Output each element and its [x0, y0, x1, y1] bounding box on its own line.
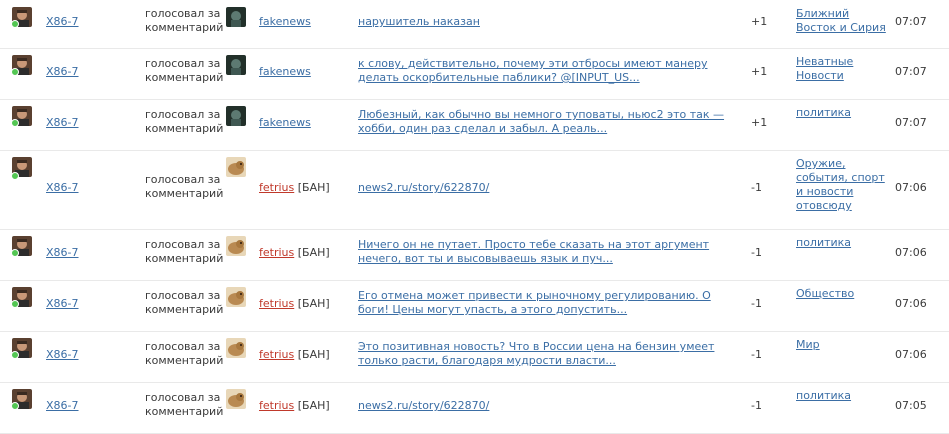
ban-badge: [БАН]	[297, 181, 330, 194]
activity-row: X86-7 голосовал за комментарий fetrius […	[0, 150, 949, 230]
ban-badge: [БАН]	[297, 246, 330, 259]
vote-time: 07:07	[895, 116, 927, 129]
comment-author-link[interactable]: fetrius	[259, 246, 294, 259]
category-link[interactable]: Оружие, события, спорт и новости отовсюд…	[796, 157, 886, 213]
voter-username-link[interactable]: X86-7	[46, 297, 79, 310]
target-user-avatar[interactable]	[226, 338, 246, 358]
target-user-avatar[interactable]	[226, 7, 246, 27]
vote-time: 07:06	[895, 181, 927, 194]
activity-row: X86-7 голосовал за комментарий fakenews …	[0, 99, 949, 151]
category-link[interactable]: Общество	[796, 287, 886, 301]
target-user-avatar[interactable]	[226, 55, 246, 75]
vote-value: -1	[751, 181, 762, 194]
online-status-indicator	[11, 351, 19, 359]
vote-time: 07:07	[895, 65, 927, 78]
vote-action-text: голосовал за комментарий	[145, 340, 224, 367]
vote-time: 07:06	[895, 297, 927, 310]
vote-value: -1	[751, 399, 762, 412]
voter-username-link[interactable]: X86-7	[46, 65, 79, 78]
category-link[interactable]: Мир	[796, 338, 886, 352]
target-user-avatar[interactable]	[226, 389, 246, 409]
comment-link[interactable]: news2.ru/story/622870/	[358, 399, 743, 413]
ban-badge: [БАН]	[297, 297, 330, 310]
online-status-indicator	[11, 402, 19, 410]
category-link[interactable]: Неватные Новости	[796, 55, 886, 83]
activity-row: X86-7 голосовал за комментарий fetrius […	[0, 229, 949, 281]
vote-action-text: голосовал за комментарий	[145, 238, 224, 265]
vote-value: -1	[751, 348, 762, 361]
vote-action-text: голосовал за комментарий	[145, 173, 224, 200]
comment-author-link[interactable]: fakenews	[259, 65, 311, 78]
target-user-avatar[interactable]	[226, 106, 246, 126]
online-status-indicator	[11, 300, 19, 308]
ban-badge: [БАН]	[297, 399, 330, 412]
comment-link[interactable]: Это позитивная новость? Что в России цен…	[358, 340, 743, 368]
comment-author-link[interactable]: fetrius	[259, 348, 294, 361]
comment-author-link[interactable]: fetrius	[259, 297, 294, 310]
vote-value: -1	[751, 246, 762, 259]
ban-badge: [БАН]	[297, 348, 330, 361]
comment-author-link[interactable]: fetrius	[259, 181, 294, 194]
vote-value: -1	[751, 297, 762, 310]
vote-value: +1	[751, 65, 768, 78]
vote-value: +1	[751, 15, 768, 28]
comment-author-link[interactable]: fakenews	[259, 15, 311, 28]
comment-author-link[interactable]: fetrius	[259, 399, 294, 412]
online-status-indicator	[11, 68, 19, 76]
comment-link[interactable]: news2.ru/story/622870/	[358, 181, 743, 195]
category-link[interactable]: политика	[796, 106, 886, 120]
vote-time: 07:06	[895, 348, 927, 361]
vote-action-text: голосовал за комментарий	[145, 108, 224, 135]
category-link[interactable]: политика	[796, 389, 886, 403]
comment-link[interactable]: Его отмена может привести к рыночному ре…	[358, 289, 743, 317]
target-user-avatar[interactable]	[226, 287, 246, 307]
voter-username-link[interactable]: X86-7	[46, 15, 79, 28]
vote-time: 07:06	[895, 246, 927, 259]
vote-action-text: голосовал за комментарий	[145, 57, 224, 84]
online-status-indicator	[11, 172, 19, 180]
comment-link[interactable]: нарушитель наказан	[358, 15, 743, 29]
target-user-avatar[interactable]	[226, 236, 246, 256]
voter-username-link[interactable]: X86-7	[46, 116, 79, 129]
comment-author-link[interactable]: fakenews	[259, 116, 311, 129]
category-link[interactable]: Ближний Восток и Сирия	[796, 7, 886, 35]
vote-action-text: голосовал за комментарий	[145, 391, 224, 418]
voter-username-link[interactable]: X86-7	[46, 181, 79, 194]
vote-action-text: голосовал за комментарий	[145, 7, 224, 34]
activity-row: X86-7 голосовал за комментарий fetrius […	[0, 331, 949, 383]
comment-link[interactable]: Ничего он не путает. Просто тебе сказать…	[358, 238, 743, 266]
voter-username-link[interactable]: X86-7	[46, 399, 79, 412]
activity-row: X86-7 голосовал за комментарий fetrius […	[0, 280, 949, 332]
comment-link[interactable]: к слову, действительно, почему эти отбро…	[358, 57, 743, 85]
vote-value: +1	[751, 116, 768, 129]
activity-row: X86-7 голосовал за комментарий fakenews …	[0, 0, 949, 49]
online-status-indicator	[11, 249, 19, 257]
activity-row: X86-7 голосовал за комментарий fetrius […	[0, 382, 949, 434]
voter-username-link[interactable]: X86-7	[46, 246, 79, 259]
category-link[interactable]: политика	[796, 236, 886, 250]
vote-time: 07:05	[895, 399, 927, 412]
online-status-indicator	[11, 20, 19, 28]
online-status-indicator	[11, 119, 19, 127]
activity-row: X86-7 голосовал за комментарий fakenews …	[0, 48, 949, 100]
voter-username-link[interactable]: X86-7	[46, 348, 79, 361]
vote-action-text: голосовал за комментарий	[145, 289, 224, 316]
comment-link[interactable]: Любезный, как обычно вы немного туповаты…	[358, 108, 743, 136]
vote-time: 07:07	[895, 15, 927, 28]
target-user-avatar[interactable]	[226, 157, 246, 177]
